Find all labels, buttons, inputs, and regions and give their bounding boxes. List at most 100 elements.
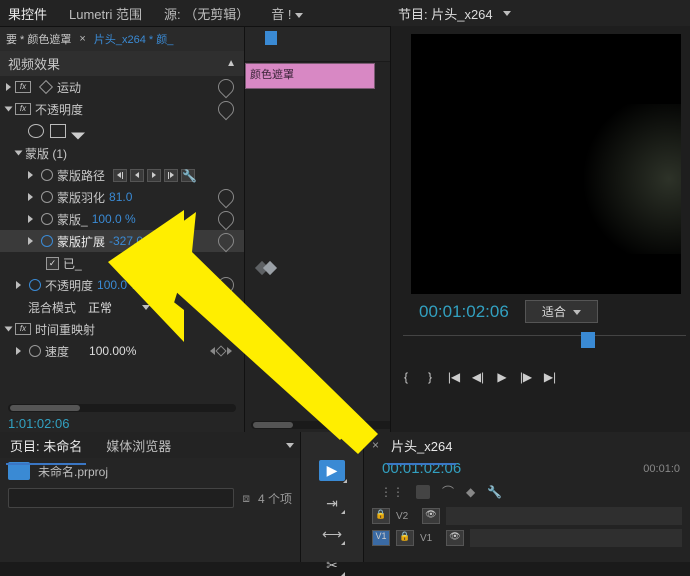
tab-sequence[interactable]: 片头_x264 bbox=[387, 432, 456, 459]
reset-icon[interactable] bbox=[215, 274, 238, 297]
prop-mask-feather[interactable]: 蒙版羽化81.0 bbox=[0, 186, 244, 208]
rect-mask-button[interactable] bbox=[50, 124, 66, 138]
zoom-fit-dropdown[interactable]: 适合 bbox=[525, 300, 598, 323]
chevron-up-icon[interactable]: ▲ bbox=[226, 58, 236, 69]
tab-audio[interactable]: 音 ! bbox=[267, 0, 307, 27]
prop-opacity[interactable]: fx不透明度 bbox=[0, 98, 244, 120]
pen-mask-button[interactable] bbox=[70, 123, 87, 140]
close-icon[interactable]: × bbox=[372, 438, 379, 452]
prop-blend-mode[interactable]: 混合模式正常 bbox=[0, 296, 244, 318]
stopwatch-icon[interactable] bbox=[41, 169, 53, 181]
mark-in-icon[interactable]: { bbox=[399, 370, 413, 384]
lock-icon[interactable]: 🔒 bbox=[396, 530, 414, 546]
wrench-icon[interactable]: 🔧 bbox=[181, 169, 195, 182]
value-speed[interactable]: 100.00% bbox=[89, 344, 136, 358]
tab-lumetri[interactable]: Lumetri 范围 bbox=[65, 0, 146, 27]
stopwatch-icon[interactable] bbox=[29, 279, 41, 291]
timecode-effects[interactable]: 1:01:02:06 bbox=[0, 414, 244, 433]
play-icon[interactable]: ▶ bbox=[495, 370, 509, 384]
link-icon[interactable]: ⌒ bbox=[442, 483, 454, 500]
value-mask-expansion[interactable]: -327.0 bbox=[109, 234, 143, 248]
prop-mask-opacity[interactable]: 蒙版_100.0 % bbox=[0, 208, 244, 230]
track-back-icon[interactable] bbox=[130, 169, 144, 182]
chevron-down-icon[interactable] bbox=[142, 305, 150, 310]
tab-project[interactable]: 页目: 未命名 bbox=[6, 432, 86, 459]
settings-icon[interactable]: 🔧 bbox=[487, 485, 502, 499]
timecode-timeline[interactable]: 00:01:02:06 bbox=[374, 458, 469, 479]
track-v1[interactable]: V1 🔒 V1 👁 bbox=[372, 528, 682, 548]
mark-out-icon[interactable]: } bbox=[423, 370, 437, 384]
stopwatch-icon[interactable] bbox=[41, 191, 53, 203]
track-forward-one-icon[interactable] bbox=[164, 169, 178, 182]
playhead-icon[interactable] bbox=[265, 31, 277, 45]
prop-mask-expansion[interactable]: 蒙版扩展-327.0 bbox=[0, 230, 244, 252]
nudge-icon[interactable]: ⋮⋮ bbox=[380, 485, 404, 499]
prop-speed[interactable]: 速度100.00% bbox=[0, 340, 244, 362]
prev-keyframe-icon[interactable] bbox=[167, 237, 172, 245]
reset-icon[interactable] bbox=[215, 76, 238, 98]
program-ruler[interactable] bbox=[403, 335, 686, 364]
folder-icon[interactable]: ⧈ bbox=[242, 491, 250, 506]
reset-icon[interactable] bbox=[215, 98, 238, 121]
track-label[interactable]: V2 bbox=[396, 511, 416, 522]
go-in-icon[interactable]: |◀ bbox=[447, 370, 461, 384]
next-keyframe-icon[interactable] bbox=[227, 347, 232, 355]
prop-mask[interactable]: 蒙版 (1) bbox=[0, 142, 244, 164]
reset-icon[interactable] bbox=[215, 186, 238, 209]
go-out-icon[interactable]: ▶| bbox=[543, 370, 557, 384]
search-input[interactable] bbox=[8, 488, 234, 508]
prev-keyframe-icon[interactable] bbox=[210, 347, 215, 355]
checkbox-inverted[interactable] bbox=[46, 257, 59, 270]
program-monitor[interactable] bbox=[411, 34, 681, 294]
stopwatch-icon[interactable] bbox=[41, 235, 53, 247]
close-icon[interactable]: × bbox=[77, 33, 87, 45]
prop-time-remap[interactable]: fx时间重映射 bbox=[0, 318, 244, 340]
reset-icon[interactable] bbox=[215, 296, 238, 319]
step-back-icon[interactable]: ◀| bbox=[471, 370, 485, 384]
overflow-icon[interactable] bbox=[286, 443, 294, 448]
project-filename[interactable]: 未命名.prproj bbox=[38, 463, 108, 480]
stopwatch-icon[interactable] bbox=[29, 345, 41, 357]
clip-color-matte[interactable]: 颜色遮罩 bbox=[245, 63, 375, 89]
track-target-button[interactable]: V1 bbox=[372, 530, 390, 546]
value-feather[interactable]: 81.0 bbox=[109, 190, 132, 204]
add-keyframe-icon[interactable] bbox=[215, 345, 226, 356]
scrollbar[interactable] bbox=[8, 404, 236, 412]
reset-icon[interactable] bbox=[215, 208, 238, 231]
razor-tool-icon[interactable]: ✂ bbox=[321, 557, 343, 574]
snap-icon[interactable] bbox=[416, 485, 430, 499]
track-back-one-icon[interactable] bbox=[113, 169, 127, 182]
prop-opacity-value[interactable]: 不透明度100.0 % bbox=[0, 274, 244, 296]
track-label[interactable]: V1 bbox=[420, 533, 440, 544]
track-v2[interactable]: 🔒 V2 👁 bbox=[372, 506, 682, 526]
value-blend[interactable]: 正常 bbox=[88, 299, 112, 316]
scrollbar-thumb[interactable] bbox=[253, 422, 293, 428]
prop-mask-inverted[interactable]: 已_ bbox=[0, 252, 244, 274]
add-keyframe-icon[interactable] bbox=[172, 235, 183, 246]
chevron-down-icon[interactable] bbox=[503, 11, 511, 16]
track-forward-icon[interactable] bbox=[147, 169, 161, 182]
scrollbar-thumb[interactable] bbox=[10, 405, 80, 411]
value-opacity[interactable]: 100.0 % bbox=[97, 278, 141, 292]
prop-motion[interactable]: fx运动 bbox=[0, 76, 244, 98]
step-fwd-icon[interactable]: |▶ bbox=[519, 370, 533, 384]
tab-effects[interactable]: 果控件 bbox=[4, 0, 51, 27]
eye-icon[interactable]: 👁 bbox=[446, 530, 464, 546]
eye-icon[interactable]: 👁 bbox=[422, 508, 440, 524]
value-mask-opacity[interactable]: 100.0 % bbox=[92, 212, 136, 226]
stopwatch-icon[interactable] bbox=[41, 213, 53, 225]
prop-mask-path[interactable]: 蒙版路径 🔧 bbox=[0, 164, 244, 186]
breadcrumb-item[interactable]: 片头_x264 * 颜_ bbox=[94, 31, 173, 47]
track-select-tool-icon[interactable]: ⇥ bbox=[321, 495, 343, 512]
reset-icon[interactable] bbox=[215, 230, 238, 253]
timecode-program[interactable]: 00:01:02:06 bbox=[419, 302, 509, 322]
ripple-edit-tool-icon[interactable]: ⟷ bbox=[321, 526, 343, 543]
breadcrumb-item[interactable]: 要 * 颜色遮罩 bbox=[6, 31, 71, 47]
selection-tool-icon[interactable]: ▶ bbox=[319, 460, 345, 481]
marker-icon[interactable]: ◆ bbox=[466, 485, 475, 499]
tab-source[interactable]: 源: （无剪辑） bbox=[160, 0, 253, 27]
playhead-icon[interactable] bbox=[581, 332, 595, 348]
next-keyframe-icon[interactable] bbox=[184, 237, 189, 245]
lock-icon[interactable]: 🔒 bbox=[372, 508, 390, 524]
tab-media-browser[interactable]: 媒体浏览器 bbox=[102, 432, 175, 459]
